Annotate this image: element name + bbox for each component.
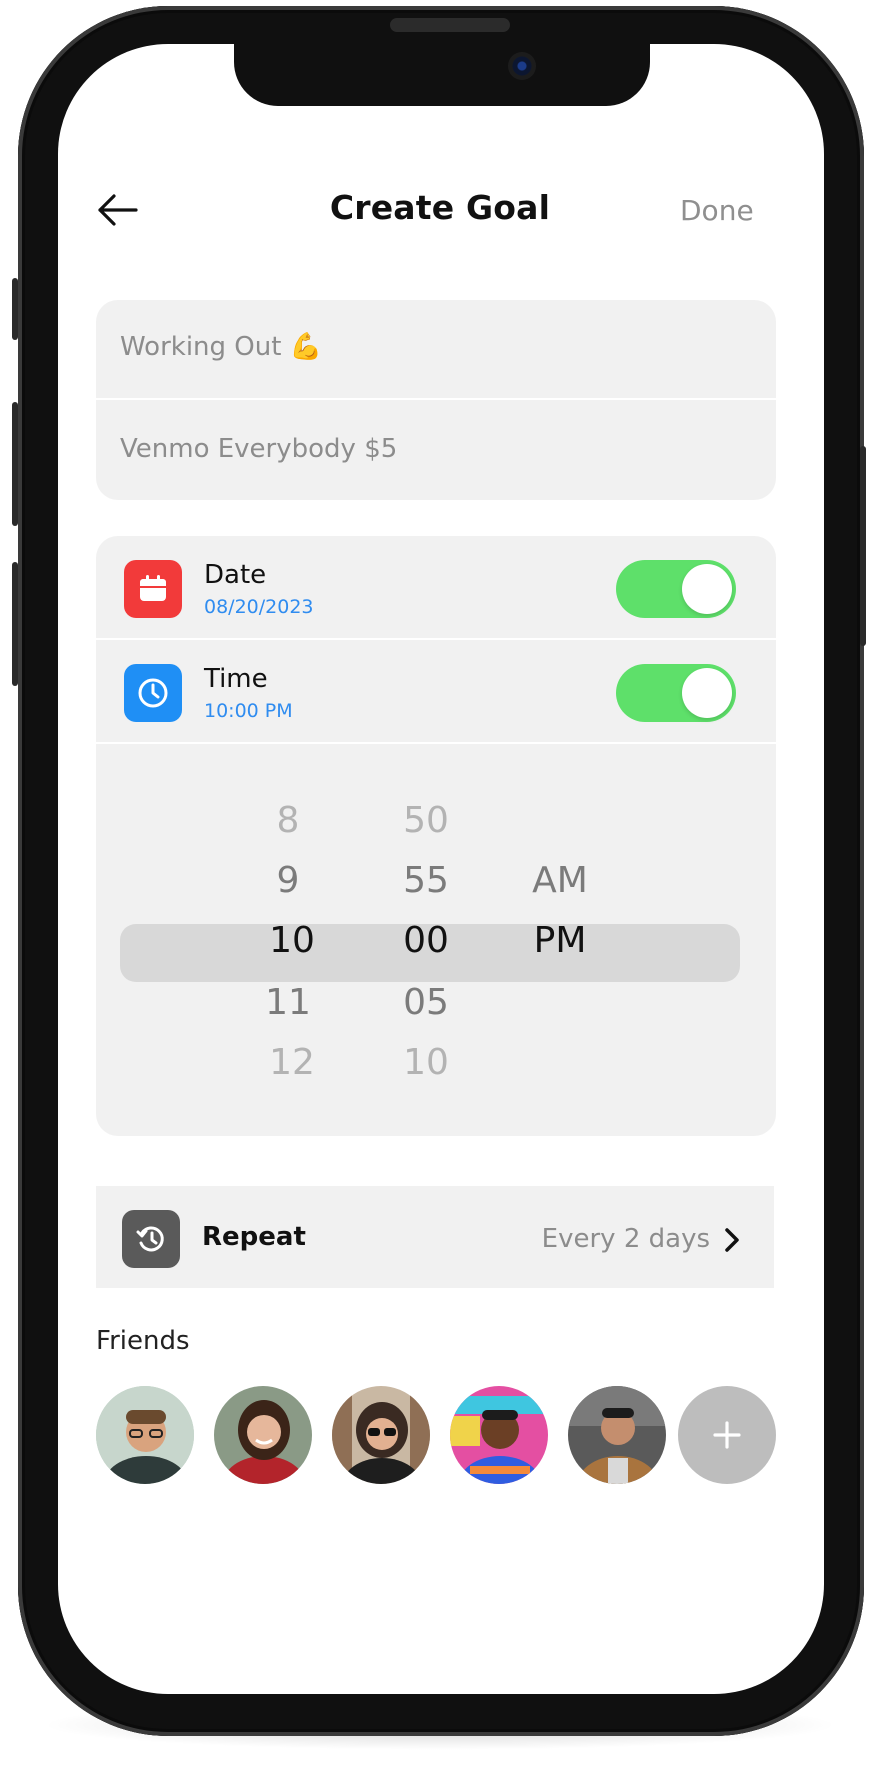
friends-label: Friends	[96, 1326, 190, 1356]
date-value[interactable]: 08/20/2023	[204, 596, 314, 618]
toggle-knob	[682, 564, 732, 614]
date-toggle[interactable]	[616, 560, 736, 618]
time-label: Time	[204, 664, 268, 694]
power-button	[860, 446, 866, 646]
picker-hour-selected[interactable]: 10	[232, 920, 352, 961]
friend-avatar[interactable]	[450, 1386, 548, 1484]
friend-avatar[interactable]	[568, 1386, 666, 1484]
notch	[234, 44, 650, 106]
picker-minute-item[interactable]: 10	[366, 1042, 486, 1083]
page-title: Create Goal	[329, 188, 551, 227]
calendar-icon	[124, 560, 182, 618]
goal-note-field[interactable]: Venmo Everybody $5	[96, 434, 776, 464]
plus-icon	[713, 1421, 741, 1449]
time-toggle[interactable]	[616, 664, 736, 722]
picker-hour-item[interactable]: 12	[232, 1042, 352, 1083]
picker-hour-item[interactable]: 8	[228, 800, 348, 841]
repeat-value[interactable]: Every 2 days	[520, 1224, 710, 1254]
back-button[interactable]	[96, 192, 140, 228]
picker-hour-item[interactable]: 9	[228, 860, 348, 901]
clock-icon	[124, 664, 182, 722]
row-divider	[96, 638, 776, 640]
speaker	[390, 18, 510, 32]
done-button[interactable]: Done	[680, 194, 754, 227]
volume-down-button	[12, 562, 18, 686]
friend-avatar[interactable]	[332, 1386, 430, 1484]
picker-minute-item[interactable]: 50	[366, 800, 486, 841]
friend-avatar[interactable]	[214, 1386, 312, 1484]
chevron-right-icon[interactable]	[722, 1226, 742, 1258]
date-label: Date	[204, 560, 267, 590]
silent-switch	[12, 278, 18, 340]
history-icon	[122, 1210, 180, 1268]
picker-minute-selected[interactable]: 00	[366, 920, 486, 961]
add-friend-button[interactable]	[678, 1386, 776, 1484]
repeat-label: Repeat	[202, 1222, 306, 1252]
volume-up-button	[12, 402, 18, 526]
friend-avatar[interactable]	[96, 1386, 194, 1484]
arrow-left-icon	[98, 194, 138, 226]
picker-minute-item[interactable]: 05	[366, 982, 486, 1023]
time-value[interactable]: 10:00 PM	[204, 700, 293, 722]
goal-name-field[interactable]: Working Out 💪	[96, 332, 776, 362]
picker-period-selected[interactable]: PM	[500, 920, 620, 961]
row-divider	[96, 742, 776, 744]
goal-fields-card: Working Out 💪 Venmo Everybody $5	[96, 300, 776, 500]
picker-minute-item[interactable]: 55	[366, 860, 486, 901]
picker-hour-item[interactable]: 11	[228, 982, 348, 1023]
picker-period-item[interactable]: AM	[500, 860, 620, 901]
toggle-knob	[682, 668, 732, 718]
field-divider	[96, 398, 776, 400]
camera	[508, 52, 536, 80]
